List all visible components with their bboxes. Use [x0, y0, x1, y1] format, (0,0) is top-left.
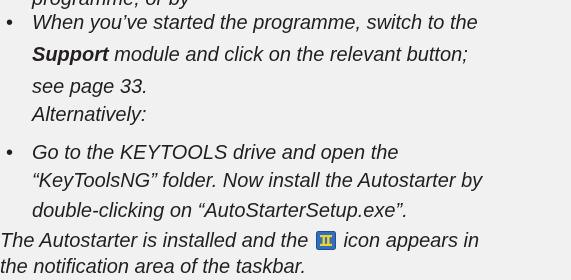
- support-module-name: Support: [32, 44, 109, 66]
- bullet-1-line-2: Support module and click on the relevant…: [32, 42, 468, 68]
- result-line-1: The Autostarter is installed and the ico…: [0, 228, 479, 254]
- result-text-end: icon appears in: [337, 230, 480, 252]
- bullet-1-line-1: When you’ve started the programme, switc…: [32, 12, 478, 34]
- bullet-point: •: [6, 142, 14, 164]
- bullet-point: •: [6, 12, 14, 34]
- result-text-start: The Autostarter is installed and the: [0, 230, 314, 252]
- bullet-2-line-1: Go to the KEYTOOLS drive and open the: [32, 142, 399, 164]
- alternatively-label: Alternatively:: [32, 104, 147, 126]
- document-page: programme, or by • When you’ve started t…: [0, 0, 571, 278]
- autostarter-tray-icon: [315, 231, 336, 250]
- bullet-2-line-2: “KeyToolsNG” folder. Now install the Aut…: [32, 170, 483, 192]
- bullet-1-line-2-text: module and click on the relevant button;: [108, 44, 468, 66]
- bullet-2-line-3: double-clicking on “AutoStarterSetup.exe…: [32, 200, 408, 222]
- bullet-1-line-3: see page 33.: [32, 76, 148, 98]
- result-line-2: the notification area of the taskbar.: [0, 256, 307, 278]
